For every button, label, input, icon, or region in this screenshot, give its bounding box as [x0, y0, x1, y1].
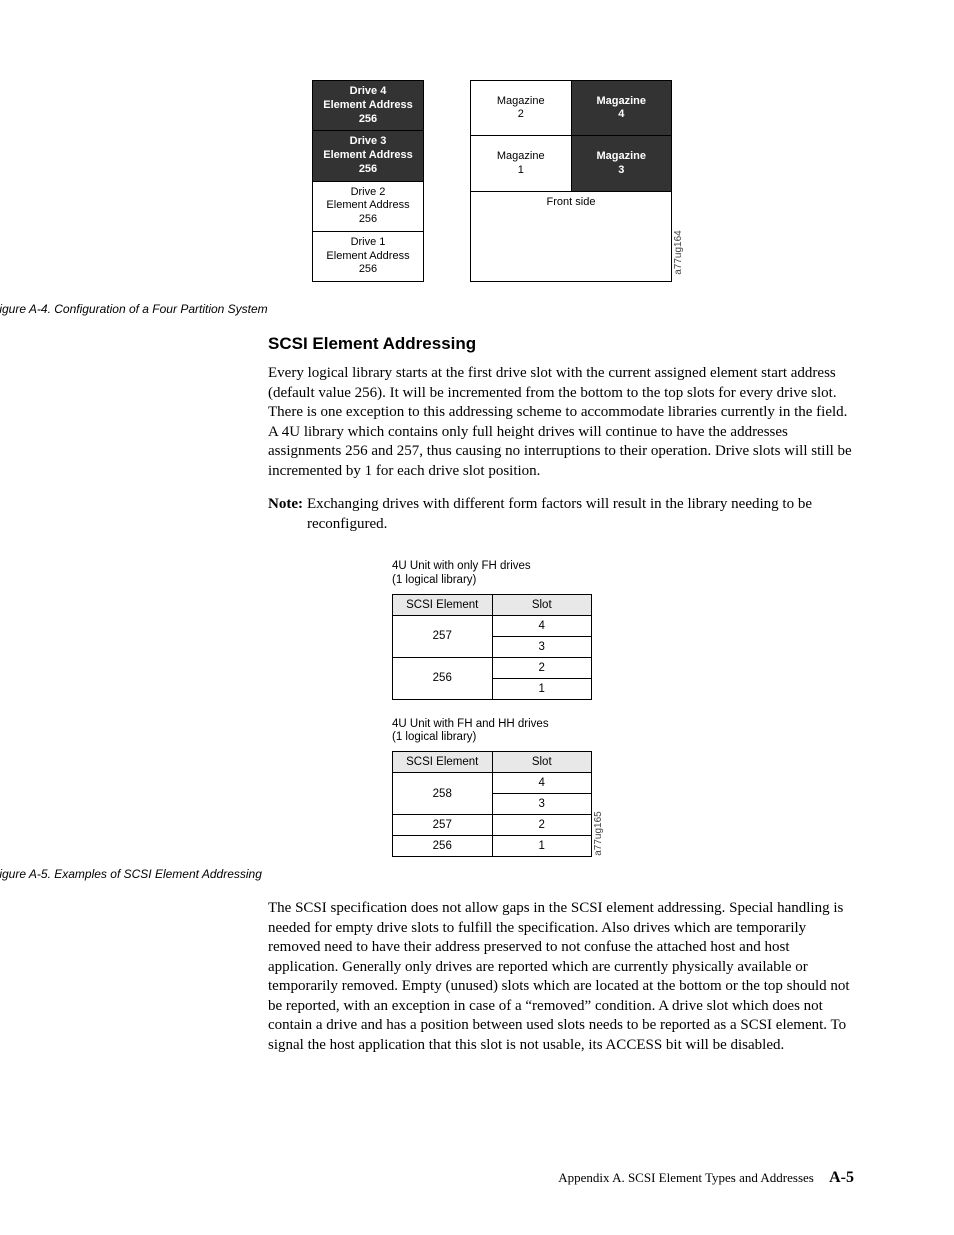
t2-slot-4: 4 — [492, 773, 592, 794]
drive-2-line3: 256 — [359, 213, 377, 225]
drive-4-line3: 256 — [359, 113, 377, 125]
footer-page: A-5 — [817, 1169, 854, 1186]
t2-elem-256: 256 — [393, 836, 493, 857]
t1-slot-3: 3 — [492, 636, 592, 657]
table2-title: 4U Unit with FH and HH drives (1 logical… — [392, 718, 592, 746]
drive-4-name: Drive 4 — [350, 85, 387, 97]
front-side-label: Front side — [471, 192, 671, 212]
t1-head-elem: SCSI Element — [393, 594, 493, 615]
table2-title-l1: 4U Unit with FH and HH drives — [392, 718, 549, 730]
drive-cell-3: Drive 3 Element Address 256 — [313, 131, 423, 181]
t1-elem-257: 257 — [393, 615, 493, 657]
drive-1-line2: Element Address — [326, 250, 409, 262]
magazine-1: Magazine1 — [471, 136, 572, 190]
note-body: Exchanging drives with different form fa… — [307, 495, 854, 534]
page: Drive 4 Element Address 256 Drive 3 Elem… — [0, 0, 954, 1235]
magazine-grid: Magazine2 Magazine4 Magazine1 Magazine3 … — [470, 80, 672, 282]
figure-a5-caption: Figure A-5. Examples of SCSI Element Add… — [0, 867, 854, 881]
t2-slot-3: 3 — [492, 794, 592, 815]
t2-slot-2: 2 — [492, 815, 592, 836]
scsi-table-1: SCSI Element Slot 257 4 3 256 2 1 — [392, 594, 592, 700]
section-heading: SCSI Element Addressing — [268, 334, 854, 354]
figure-a4-caption: Figure A-4. Configuration of a Four Part… — [0, 302, 854, 316]
para-1: Every logical library starts at the firs… — [268, 364, 854, 481]
figure-a4: Drive 4 Element Address 256 Drive 3 Elem… — [130, 80, 854, 282]
page-footer: Appendix A. SCSI Element Types and Addre… — [558, 1169, 854, 1187]
t2-slot-1: 1 — [492, 836, 592, 857]
t2-elem-258: 258 — [393, 773, 493, 815]
drive-3-line2: Element Address — [323, 149, 412, 161]
magazine-2: Magazine2 — [471, 81, 572, 135]
fig2-side-code: a77ug165 — [592, 811, 603, 856]
drive-4-line2: Element Address — [323, 99, 412, 111]
t1-head-slot: Slot — [492, 594, 592, 615]
magazine-3: Magazine3 — [572, 136, 672, 190]
t1-elem-256: 256 — [393, 657, 493, 699]
drive-stack: Drive 4 Element Address 256 Drive 3 Elem… — [312, 80, 424, 282]
note: Note: Exchanging drives with different f… — [268, 495, 854, 534]
scsi-table-2: SCSI Element Slot 258 4 3 257 2 256 1 — [392, 751, 592, 857]
drive-2-line2: Element Address — [326, 199, 409, 211]
table1-title-l1: 4U Unit with only FH drives — [392, 560, 531, 572]
drive-cell-1: Drive 1 Element Address 256 — [313, 232, 423, 281]
table2-title-l2: (1 logical library) — [392, 731, 476, 743]
drive-2-name: Drive 2 — [351, 186, 386, 198]
t1-slot-4: 4 — [492, 615, 592, 636]
t2-head-slot: Slot — [492, 752, 592, 773]
footer-text: Appendix A. SCSI Element Types and Addre… — [558, 1170, 814, 1185]
para-2: The SCSI specification does not allow ga… — [268, 899, 854, 1055]
table1-title: 4U Unit with only FH drives (1 logical l… — [392, 560, 592, 588]
drive-1-line3: 256 — [359, 263, 377, 275]
fig1-side-code: a77ug164 — [672, 230, 683, 275]
t1-slot-1: 1 — [492, 678, 592, 699]
table1-title-l2: (1 logical library) — [392, 574, 476, 586]
drive-3-line3: 256 — [359, 163, 377, 175]
drive-cell-4: Drive 4 Element Address 256 — [313, 81, 423, 131]
drive-1-name: Drive 1 — [351, 236, 386, 248]
t2-elem-257: 257 — [393, 815, 493, 836]
magazine-4: Magazine4 — [572, 81, 672, 135]
t2-head-elem: SCSI Element — [393, 752, 493, 773]
note-label: Note: — [268, 495, 307, 534]
drive-3-name: Drive 3 — [350, 135, 387, 147]
figure-a5: 4U Unit with only FH drives (1 logical l… — [130, 552, 854, 857]
drive-cell-2: Drive 2 Element Address 256 — [313, 182, 423, 232]
t1-slot-2: 2 — [492, 657, 592, 678]
